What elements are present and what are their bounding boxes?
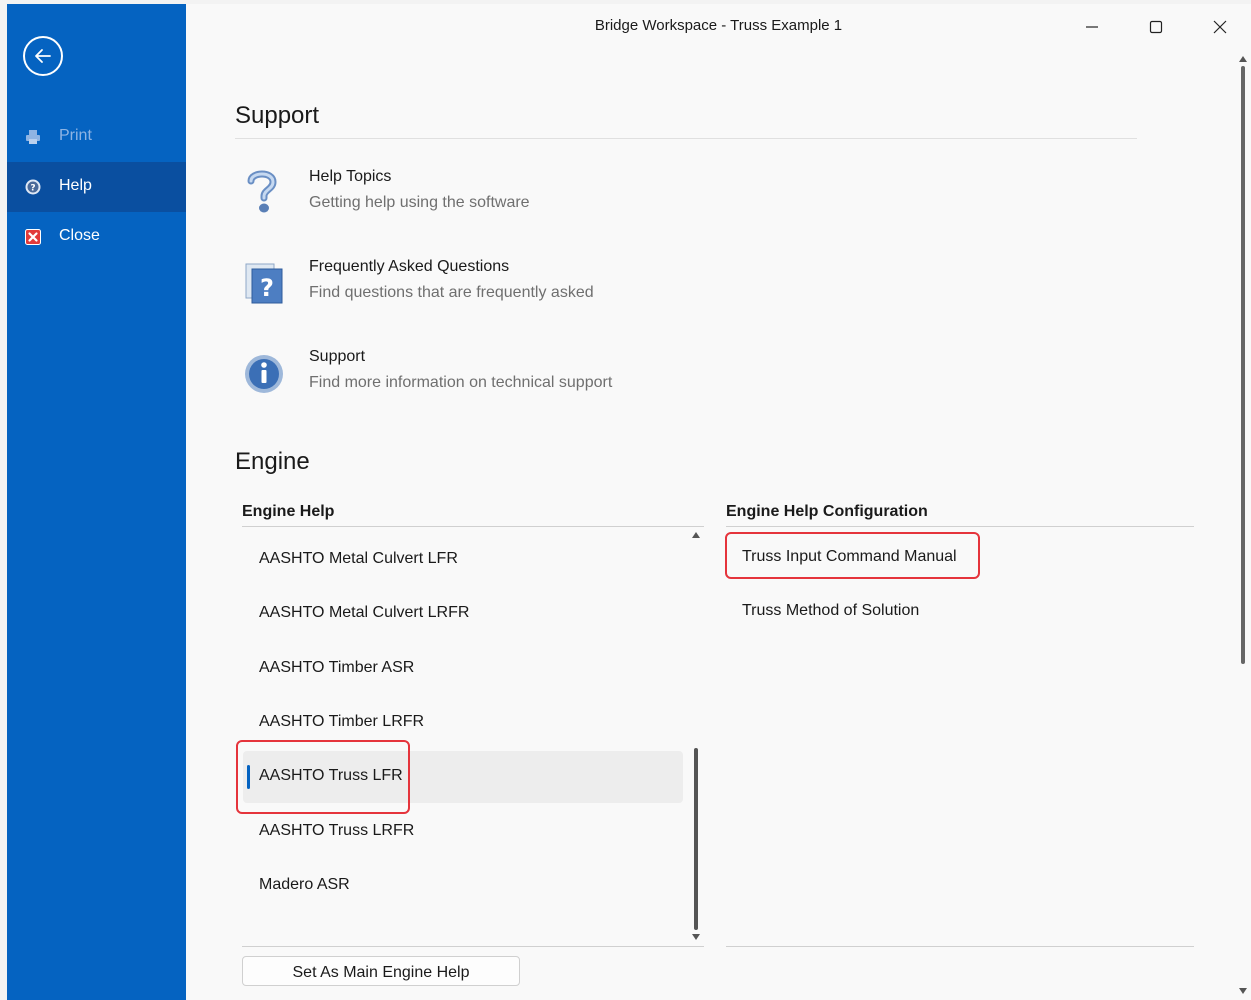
close-icon [1213,20,1227,34]
scrollbar-graphic [1239,56,1247,994]
question-mark-icon [247,170,277,213]
minimize-icon [1086,26,1098,28]
close-red-icon [25,229,41,245]
engine-help-configuration-heading: Engine Help Configuration [726,503,928,520]
sidebar-item-print[interactable]: Print [7,112,186,162]
faq-description: Find questions that are frequently asked [309,284,594,301]
support-item[interactable]: Support Find more information on technic… [242,348,842,408]
help-circle-icon: ? [25,179,41,195]
annotation-highlight [236,740,410,814]
engine-list-item[interactable]: AASHTO Metal Culvert LRFR [243,588,683,640]
backstage-content: Support Help Topics Getting help using t… [186,50,1251,1000]
support-heading: Support [235,102,320,129]
help-topics-description: Getting help using the software [309,194,530,211]
annotation-highlight [725,532,980,579]
maximize-button[interactable] [1141,14,1171,40]
back-button[interactable] [23,36,63,76]
arrow-left-icon [35,49,51,63]
engine-list-scrollbar[interactable] [689,530,703,944]
minimize-button[interactable] [1077,14,1107,40]
engine-label: AASHTO Metal Culvert LRFR [259,604,470,621]
info-icon [245,355,283,393]
sidebar-item-label: Close [59,227,100,244]
scrollbar-graphic [692,532,700,940]
engine-list-item[interactable]: AASHTO Metal Culvert LFR [243,534,683,586]
sidebar-item-help[interactable]: ? Help [7,162,186,212]
engine-label: AASHTO Truss LRFR [259,822,415,839]
engine-list-item[interactable]: Madero ASR [243,860,683,912]
backstage-sidebar: Print ? Help Close [7,4,186,1000]
page-scrollbar[interactable] [1236,52,1250,998]
engine-label: AASHTO Timber LRFR [259,713,425,730]
svg-text:?: ? [30,184,35,194]
engine-help-heading: Engine Help [242,503,335,520]
divider [235,138,1137,139]
sidebar-item-label: Help [59,177,92,194]
engine-label: AASHTO Timber ASR [259,659,415,676]
divider [726,526,1194,527]
svg-text:?: ? [260,274,274,302]
engine-list-item[interactable]: AASHTO Timber ASR [243,643,683,695]
divider [242,526,704,527]
maximize-icon [1149,20,1163,34]
support-title: Support [309,348,366,365]
support-description: Find more information on technical suppo… [309,374,613,391]
divider [726,946,1194,947]
set-main-engine-help-button[interactable]: Set As Main Engine Help [242,956,520,986]
faq-icon: ? [245,263,283,304]
config-item[interactable]: Truss Method of Solution [742,602,919,620]
engine-heading: Engine [235,448,310,475]
help-topics-title: Help Topics [309,168,392,185]
divider [242,946,704,947]
close-window-button[interactable] [1205,14,1235,40]
engine-label: AASHTO Metal Culvert LFR [259,550,458,567]
printer-icon [26,130,40,144]
sidebar-item-close[interactable]: Close [7,212,186,262]
faq-item[interactable]: ? Frequently Asked Questions Find questi… [242,258,842,318]
sidebar-item-label: Print [59,127,92,144]
title-bar: Bridge Workspace - Truss Example 1 [186,4,1251,50]
engine-label: Madero ASR [259,876,350,893]
faq-title: Frequently Asked Questions [309,258,510,275]
help-topics-item[interactable]: Help Topics Getting help using the softw… [242,168,842,228]
app-window: Print ? Help Close Bridge Workspace - Tr… [7,4,1251,1000]
